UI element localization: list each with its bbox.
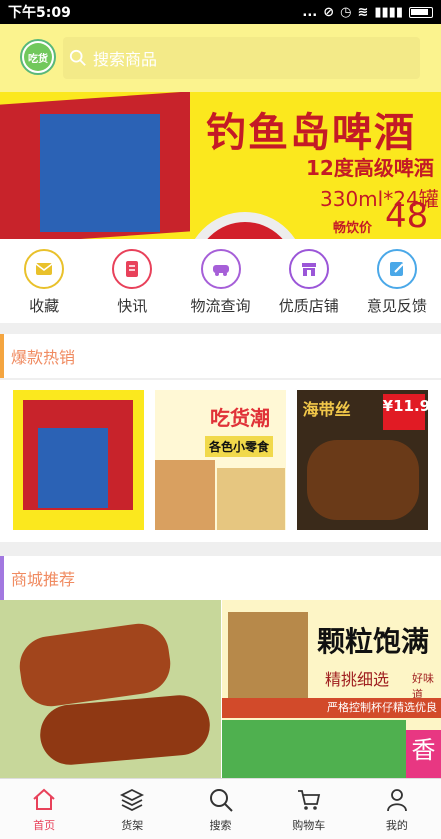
recommend-pink-tag: 香	[406, 730, 441, 778]
layers-icon	[120, 788, 145, 812]
quick-nav-feedback[interactable]: 意见反馈	[353, 239, 441, 323]
tab-label: 购物车	[292, 819, 326, 832]
status-bar: 下午5:09 ... ⊘ ◷ ≋ ▮▮▮▮	[0, 0, 441, 24]
search-bar[interactable]: 搜索商品	[63, 37, 420, 79]
tab-label: 首页	[33, 819, 56, 832]
product-image	[228, 612, 308, 712]
banner-title: 钓鱼岛啤酒	[206, 109, 416, 156]
hot-item-tag: 吃货潮	[209, 406, 270, 430]
section-hot-header: 爆款热销	[0, 334, 441, 378]
search-icon	[209, 789, 233, 812]
search-placeholder: 搜索商品	[93, 50, 158, 69]
tab-label: 货架	[121, 819, 144, 832]
quick-nav: 收藏 快讯 物流查询 优质店铺 意见反馈	[0, 239, 441, 323]
tab-home[interactable]: 首页	[0, 779, 88, 839]
recommend-headline: 颗粒饱满	[317, 625, 430, 658]
app-header: 吃货 搜索商品	[0, 24, 441, 92]
quick-nav-logistics[interactable]: 物流查询	[176, 239, 264, 323]
tab-label: 我的	[385, 819, 408, 832]
hot-items-row: 吃货潮 各色小零食 海带丝 ¥11.9	[0, 380, 441, 542]
status-icons: ... ⊘ ◷ ≋ ▮▮▮▮	[302, 5, 433, 20]
bottom-tab-bar: 首页 货架 搜索 购物车 我的	[0, 778, 441, 839]
logo-text: 吃货	[24, 43, 52, 71]
product-image-detail	[216, 468, 285, 530]
signal-icon: ▮▮▮▮	[374, 4, 403, 20]
banner-price-label: 畅饮价	[333, 221, 373, 236]
tab-cart[interactable]: 购物车	[265, 779, 353, 839]
status-extras: ...	[302, 4, 318, 20]
app-logo[interactable]: 吃货	[20, 39, 56, 75]
hot-item-beer[interactable]	[13, 390, 145, 530]
tab-shelf[interactable]: 货架	[88, 779, 176, 839]
hot-item-kelp[interactable]: 海带丝 ¥11.9	[296, 390, 428, 530]
hot-item-name: 海带丝	[302, 400, 351, 419]
recommend-item-left[interactable]	[0, 600, 221, 778]
tab-search[interactable]: 搜索	[176, 779, 264, 839]
user-icon	[387, 789, 407, 812]
hot-item-snacks[interactable]: 吃货潮 各色小零食	[154, 390, 286, 530]
banner-beer-box-label	[40, 114, 160, 232]
search-icon	[69, 49, 86, 66]
section-title: 爆款热销	[11, 348, 76, 367]
news-icon	[112, 249, 153, 289]
banner-price: 48	[385, 196, 429, 236]
truck-icon	[200, 249, 241, 289]
alarm-icon: ◷	[340, 4, 352, 20]
quick-nav-favorites[interactable]: 收藏	[0, 239, 88, 323]
section-title: 商城推荐	[11, 570, 76, 589]
recommend-sub: 精挑细选	[325, 670, 390, 689]
status-time: 下午5:09	[8, 5, 71, 21]
quick-nav-label: 快讯	[117, 297, 148, 315]
quick-nav-label: 收藏	[29, 297, 60, 315]
quick-nav-news[interactable]: 快讯	[88, 239, 176, 323]
product-image-detail	[38, 428, 109, 508]
quick-nav-label: 意见反馈	[366, 297, 427, 315]
quick-nav-label: 物流查询	[190, 297, 251, 315]
banner-beer-can	[185, 212, 305, 239]
wifi-icon: ≋	[357, 4, 369, 20]
tab-label: 搜索	[209, 819, 232, 832]
section-recommend-header: 商城推荐	[0, 556, 441, 600]
tab-profile[interactable]: 我的	[353, 779, 441, 839]
cart-icon	[297, 790, 320, 810]
hot-item-subtag: 各色小零食	[204, 436, 273, 457]
promo-banner[interactable]: 钓鱼岛啤酒 12度高级啤酒 330ml*24罐 畅饮价 48	[0, 92, 441, 239]
banner-subtitle: 12度高级啤酒	[306, 156, 434, 180]
recommend-strip: 严格控制杯仔精选优良	[222, 698, 441, 718]
product-image	[15, 619, 175, 711]
mute-icon: ⊘	[323, 4, 335, 20]
product-image-detail	[222, 720, 406, 778]
battery-icon	[409, 6, 433, 18]
product-image	[306, 440, 419, 520]
store-icon	[288, 249, 329, 289]
quick-nav-stores[interactable]: 优质店铺	[265, 239, 353, 323]
feedback-icon	[376, 249, 417, 289]
quick-nav-label: 优质店铺	[278, 297, 339, 315]
home-icon	[33, 788, 55, 810]
product-image	[154, 460, 215, 530]
hot-item-price: ¥11.9	[382, 394, 428, 430]
recommend-item-right[interactable]: 颗粒饱满 精挑细选 好味道 严格控制杯仔精选优良 香	[222, 600, 441, 778]
recommend-banner: 颗粒饱满 精挑细选 好味道 严格控制杯仔精选优良 香	[0, 600, 441, 778]
envelope-icon	[24, 249, 65, 289]
